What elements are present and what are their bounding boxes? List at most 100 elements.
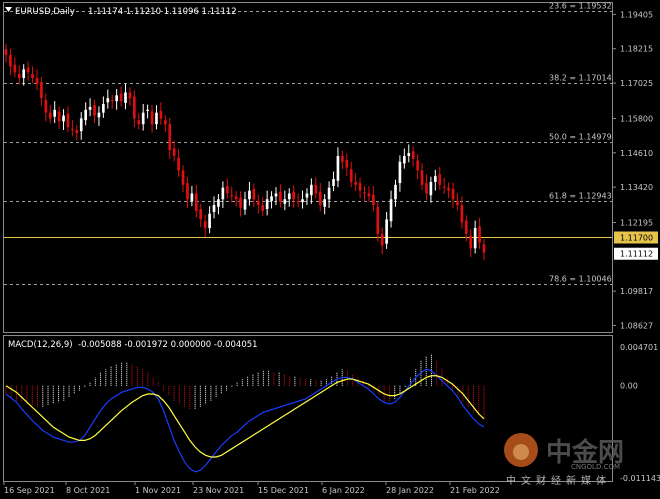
bearish-candle <box>372 194 375 206</box>
ohlc-values-label: 1.11174 1.11210 1.11096 1.11112 <box>88 7 237 17</box>
bearish-candle <box>354 181 357 185</box>
bearish-candle <box>75 129 79 133</box>
time-axis-label: 28 Jan 2022 <box>386 486 434 495</box>
bearish-candle <box>57 111 61 122</box>
bearish-candle <box>225 185 229 194</box>
bullish-candle <box>429 181 433 196</box>
bullish-candle <box>310 184 313 196</box>
bearish-candle <box>314 184 318 194</box>
bearish-candle <box>367 193 371 197</box>
bearish-candle <box>26 67 30 73</box>
bearish-candle <box>186 183 189 200</box>
bullish-candle <box>265 199 269 210</box>
bullish-candle <box>327 187 331 200</box>
symbol-timeframe-label: EURUSD,Daily <box>15 7 75 17</box>
fib-level-label: 23.6 = 1.19532 <box>549 2 612 11</box>
bullish-candle <box>97 112 101 118</box>
chart-header[interactable]: EURUSD,Daily 1.11174 1.11210 1.11096 1.1… <box>5 7 237 17</box>
bearish-candle <box>256 200 260 206</box>
bullish-candle <box>398 161 402 184</box>
bullish-candle <box>323 199 326 207</box>
bullish-candle <box>389 199 393 222</box>
bullish-candle <box>208 213 211 229</box>
bearish-candle <box>199 209 203 220</box>
bullish-candle <box>403 155 406 164</box>
bullish-candle <box>62 115 65 122</box>
bearish-candle <box>411 151 415 159</box>
bearish-candle <box>128 92 132 99</box>
bearish-candle <box>150 111 154 125</box>
price-axis-label: 1.13420 <box>620 183 653 192</box>
bearish-candle <box>438 174 442 185</box>
macd-header: MACD(12,26,9) -0.005088 -0.001972 0.0000… <box>8 340 258 350</box>
watermark-logo: 中金网 CNGOLD.COM 中文财经新媒体 <box>504 433 624 487</box>
trading-chart-window[interactable]: 23.6 = 1.19532 38.2 = 1.17014 50.0 = 1.149… <box>0 0 660 499</box>
price-axis-label: 1.15800 <box>620 114 653 123</box>
bullish-candle <box>305 193 309 198</box>
time-axis-label: 1 Nov 2021 <box>135 486 181 495</box>
bullish-candle <box>394 184 397 200</box>
macd-values-label: -0.005088 -0.001972 0.000000 -0.004051 <box>78 340 258 350</box>
bullish-candle <box>115 95 118 102</box>
time-axis-label: 6 Jan 2022 <box>322 486 365 495</box>
time-axis-label: 23 Nov 2021 <box>193 486 244 495</box>
price-axis-label: 1.12195 <box>620 218 653 227</box>
bearish-candle <box>159 110 163 119</box>
bullish-candle <box>385 219 388 244</box>
bearish-candle <box>261 205 265 211</box>
bearish-candle <box>35 78 39 84</box>
bearish-candle <box>110 99 114 102</box>
bearish-candle <box>9 54 12 67</box>
price-axis-label: 1.19405 <box>620 10 653 19</box>
bearish-candle <box>442 186 446 188</box>
bullish-candle <box>473 228 477 249</box>
bearish-candle <box>230 195 234 197</box>
bearish-candle <box>363 192 366 194</box>
price-axis-label: 1.14610 <box>620 149 653 158</box>
bearish-candle <box>119 93 123 102</box>
bearish-candle <box>137 120 141 125</box>
bearish-candle <box>478 226 481 243</box>
bearish-candle <box>252 188 256 200</box>
bearish-candle <box>164 120 167 125</box>
bearish-candle <box>4 49 8 55</box>
price-axis-label: 1.08627 <box>620 321 653 330</box>
bullish-candle <box>274 193 278 197</box>
bearish-candle <box>93 105 96 116</box>
fib-level-label: 38.2 = 1.17014 <box>549 74 612 83</box>
bearish-candle <box>133 96 136 119</box>
bearish-candle <box>239 197 242 208</box>
bullish-candle <box>221 187 225 200</box>
bullish-candle <box>53 109 57 117</box>
bullish-candle <box>124 92 127 103</box>
bullish-candle <box>270 196 273 201</box>
bullish-candle <box>301 199 304 203</box>
bearish-candle <box>341 155 344 162</box>
price-axis-label: 1.17025 <box>620 79 653 88</box>
bullish-candle <box>243 199 247 210</box>
bearish-candle <box>416 160 419 171</box>
time-axis-label: 16 Sep 2021 <box>4 486 55 495</box>
bearish-candle <box>44 99 48 113</box>
bearish-candle <box>380 233 384 246</box>
macd-axis-label: 0.004701 <box>620 343 658 352</box>
bullish-candle <box>336 155 340 181</box>
bearish-candle <box>279 191 282 203</box>
bullish-candle <box>248 190 251 200</box>
bullish-candle <box>433 176 437 182</box>
bearish-candle <box>48 112 52 119</box>
bullish-candle <box>332 179 335 186</box>
bearish-candle <box>376 206 380 234</box>
fib-level-label: 78.6 = 1.10046 <box>549 275 612 284</box>
bullish-candle <box>217 199 220 207</box>
bullish-candle <box>283 199 287 204</box>
bearish-candle <box>464 220 468 234</box>
bearish-candle <box>194 193 198 211</box>
bullish-candle <box>287 193 291 200</box>
bearish-candle <box>66 113 70 128</box>
bearish-candle <box>168 124 172 151</box>
bullish-candle <box>106 98 110 103</box>
bearish-candle <box>172 148 176 156</box>
bearish-candle <box>420 170 424 185</box>
bearish-candle <box>451 188 455 200</box>
